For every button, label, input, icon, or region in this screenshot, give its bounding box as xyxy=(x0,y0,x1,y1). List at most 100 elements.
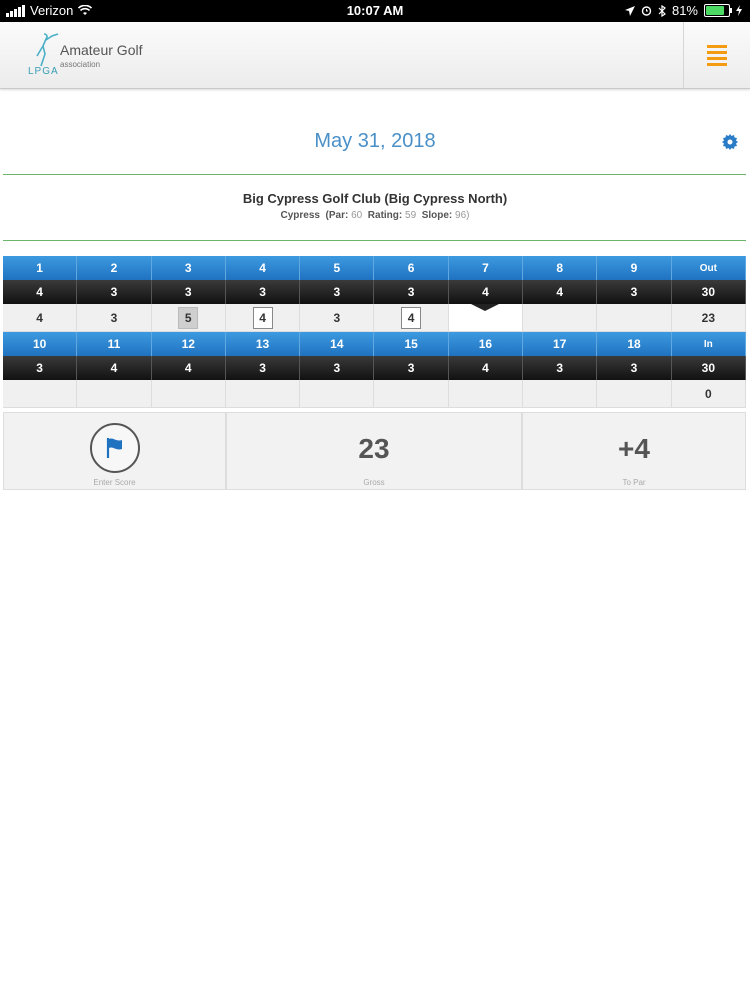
gross-panel: 23 Gross xyxy=(226,412,522,490)
back-par-row: 3 4 4 3 3 3 4 3 3 30 xyxy=(3,356,746,380)
enter-score-button[interactable] xyxy=(90,423,140,473)
score-value: 4 xyxy=(36,310,43,325)
front-score-row: 4 3 5 4 3 4 23 xyxy=(3,304,746,332)
alarm-icon xyxy=(641,6,652,16)
score-cell[interactable] xyxy=(3,380,78,408)
gear-icon[interactable] xyxy=(722,134,738,150)
hole-number: 6 xyxy=(374,256,449,280)
score-cell[interactable] xyxy=(597,304,672,332)
battery-percent: 81% xyxy=(671,3,698,18)
score-cell-current[interactable] xyxy=(448,304,524,332)
bluetooth-icon xyxy=(658,4,666,17)
score-cell[interactable] xyxy=(597,380,672,408)
par-cell: 3 xyxy=(374,356,449,380)
round-date[interactable]: May 31, 2018 xyxy=(0,130,750,153)
hole-number: 13 xyxy=(225,332,301,356)
location-arrow-icon xyxy=(624,5,635,16)
par-cell: 3 xyxy=(374,280,449,304)
enter-score-label: Enter Score xyxy=(93,478,136,487)
score-cell[interactable] xyxy=(374,380,449,408)
hole-number: 17 xyxy=(523,332,598,356)
par-cell: 4 xyxy=(448,356,524,380)
hole-number: 5 xyxy=(300,256,375,280)
score-cell[interactable]: 3 xyxy=(300,304,375,332)
par-cell: 3 xyxy=(300,280,375,304)
hamburger-icon xyxy=(707,44,727,48)
to-par-value: +4 xyxy=(618,433,650,464)
status-bar: Verizon 10:07 AM 81% xyxy=(0,0,750,22)
score-value-bogey: 4 xyxy=(401,306,422,329)
golfer-icon xyxy=(36,33,59,67)
course-name: Big Cypress Golf Club (Big Cypress North… xyxy=(242,191,508,206)
back-hole-row: 10 11 12 13 14 15 16 17 18 In xyxy=(3,332,746,356)
flag-icon xyxy=(106,438,122,458)
par-cell: 4 xyxy=(523,280,598,304)
hole-number: 9 xyxy=(597,256,672,280)
scorecard: 1 2 3 4 5 6 7 8 9 Out 4 3 3 3 3 3 4 4 3 … xyxy=(3,256,746,408)
score-cell[interactable] xyxy=(151,380,226,408)
par-cell: 3 xyxy=(77,280,152,304)
hole-number: 15 xyxy=(374,332,449,356)
score-value-bogey: 4 xyxy=(252,306,273,329)
score-out-total: 23 xyxy=(671,304,746,332)
front-hole-row: 1 2 3 4 5 6 7 8 9 Out xyxy=(3,256,746,280)
score-value: 3 xyxy=(333,310,341,325)
menu-button[interactable] xyxy=(683,22,750,88)
tee-name: Cypress xyxy=(280,210,320,221)
logo[interactable]: LPGA Amateur Golf association xyxy=(26,32,156,80)
score-cell[interactable] xyxy=(523,380,598,408)
par-in-total: 30 xyxy=(671,356,746,380)
par-cell: 3 xyxy=(597,356,672,380)
divider-top xyxy=(3,174,746,175)
par-cell: 4 xyxy=(448,280,524,304)
rating-label: Rating: xyxy=(367,210,403,221)
hole-number: 1 xyxy=(3,256,78,280)
par-cell: 3 xyxy=(225,280,301,304)
par-cell: 3 xyxy=(300,356,375,380)
gross-value: 23 xyxy=(358,433,390,464)
hole-number: 14 xyxy=(300,332,375,356)
score-cell[interactable]: 4 xyxy=(225,304,301,332)
logo-title: Amateur Golf xyxy=(60,42,143,58)
par-cell: 3 xyxy=(151,280,226,304)
charging-icon xyxy=(736,5,742,16)
gross-label: Gross xyxy=(363,478,385,487)
to-par-label: To Par xyxy=(622,478,646,487)
score-cell[interactable]: 4 xyxy=(374,304,449,332)
score-cell[interactable] xyxy=(448,380,524,408)
hole-number: 10 xyxy=(3,332,78,356)
par-cell: 4 xyxy=(77,356,152,380)
score-cell[interactable] xyxy=(300,380,375,408)
app-header: LPGA Amateur Golf association xyxy=(0,22,750,89)
in-label: In xyxy=(671,332,746,356)
par-cell: 4 xyxy=(151,356,226,380)
logo-subtitle: association xyxy=(60,60,101,69)
hole-number: 11 xyxy=(77,332,152,356)
score-cell[interactable]: 4 xyxy=(3,304,78,332)
divider-bottom xyxy=(3,240,746,241)
score-in-total: 0 xyxy=(671,380,746,408)
logo-mark: LPGA xyxy=(28,66,59,77)
par-cell: 4 xyxy=(3,280,78,304)
par-cell: 3 xyxy=(3,356,78,380)
score-cell[interactable] xyxy=(523,304,598,332)
course-meta: Cypress (Par: 60 Rating: 59 Slope: 96) xyxy=(0,210,750,221)
hole-number: 18 xyxy=(597,332,672,356)
score-cell[interactable]: 5 xyxy=(151,304,226,332)
score-value-bogey: 5 xyxy=(178,306,199,329)
par-value: 60 xyxy=(351,210,363,221)
hole-number: 7 xyxy=(448,256,524,280)
score-cell[interactable] xyxy=(77,380,152,408)
score-cell[interactable] xyxy=(225,380,301,408)
hole-number: 16 xyxy=(448,332,524,356)
hole-number: 12 xyxy=(151,332,226,356)
to-par-panel: +4 To Par xyxy=(522,412,746,490)
status-right: 81% xyxy=(624,3,742,18)
par-label: (Par: xyxy=(325,210,349,221)
hole-number: 3 xyxy=(151,256,226,280)
battery-icon xyxy=(704,4,732,17)
score-cell[interactable]: 3 xyxy=(77,304,152,332)
hole-number: 8 xyxy=(523,256,598,280)
score-value: 3 xyxy=(110,310,118,325)
enter-score-panel[interactable]: Enter Score xyxy=(3,412,226,490)
